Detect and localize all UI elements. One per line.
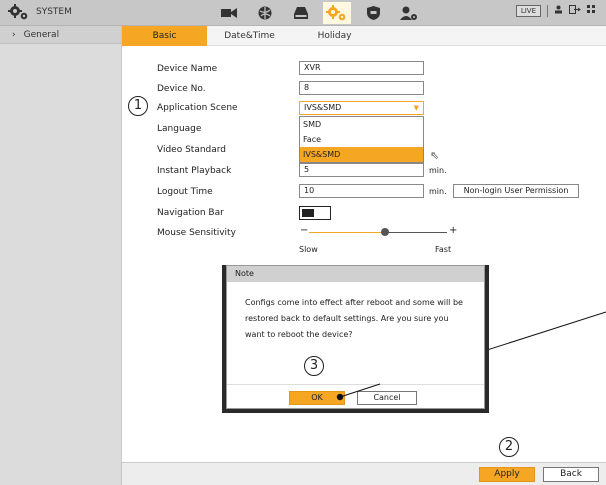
right-toolbar: LIVE <box>515 5 596 17</box>
navigation-bar-toggle[interactable] <box>299 206 331 220</box>
step-marker-2: 2 <box>499 437 519 457</box>
reboot-dialog: Note Configs come into effect after rebo… <box>226 265 485 409</box>
video-standard-label: Video Standard <box>157 145 227 155</box>
non-login-permission-button[interactable]: Non-login User Permission <box>453 184 579 198</box>
account-icon[interactable] <box>395 2 423 24</box>
logout-icon[interactable] <box>569 5 581 17</box>
chevron-down-icon: ▼ <box>413 104 419 112</box>
slider-minus[interactable]: − <box>300 225 308 236</box>
step-marker-1: 1 <box>128 96 148 116</box>
apply-button[interactable]: Apply <box>479 467 535 482</box>
application-scene-select[interactable]: IVS&SMD ▼ <box>299 101 424 115</box>
top-bar: SYSTEM LIVE <box>0 0 606 26</box>
system-settings-icon[interactable] <box>323 2 351 24</box>
navigation-bar-label: Navigation Bar <box>157 208 224 218</box>
dialog-title: Note <box>227 266 484 282</box>
mouse-sensitivity-label: Mouse Sensitivity <box>157 228 236 238</box>
network-icon[interactable] <box>251 2 279 24</box>
device-name-label: Device Name <box>157 64 218 74</box>
slider-slow-label: Slow <box>299 245 318 254</box>
toggle-knob <box>302 209 314 217</box>
application-scene-value: IVS&SMD <box>304 103 342 112</box>
application-scene-dropdown: SMD Face IVS&SMD <box>299 116 424 163</box>
user-icon[interactable] <box>554 5 563 17</box>
dialog-message: Configs come into effect after reboot an… <box>245 298 463 339</box>
logout-time-label: Logout Time <box>157 187 213 197</box>
mouse-sensitivity-slider[interactable]: − + <box>299 225 457 238</box>
toolbar-divider <box>547 5 548 17</box>
slider-plus[interactable]: + <box>449 225 457 236</box>
dialog-divider <box>227 384 484 385</box>
tab-date-time[interactable]: Date&Time <box>207 26 292 46</box>
logout-time-unit: min. <box>429 187 447 196</box>
sidebar-item-general[interactable]: › General <box>0 26 121 44</box>
logout-time-input[interactable]: 10 <box>299 184 424 198</box>
device-no-input[interactable]: 8 <box>299 81 424 95</box>
instant-playback-label: Instant Playback <box>157 166 232 176</box>
dropdown-option-smd[interactable]: SMD <box>300 117 423 132</box>
tab-basic[interactable]: Basic <box>122 26 207 46</box>
slider-track-empty <box>387 232 447 233</box>
bottom-bar: Apply Back <box>122 462 606 485</box>
dropdown-option-ivs-smd[interactable]: IVS&SMD <box>300 147 423 162</box>
instant-playback-unit: min. <box>429 166 447 175</box>
mouse-cursor-icon: ⇖ <box>430 149 440 162</box>
dropdown-option-face[interactable]: Face <box>300 132 423 147</box>
cancel-button[interactable]: Cancel <box>357 391 417 405</box>
security-shield-icon[interactable] <box>359 2 387 24</box>
back-button[interactable]: Back <box>543 467 599 482</box>
camera-icon[interactable] <box>215 2 243 24</box>
main-nav <box>215 2 431 24</box>
device-no-label: Device No. <box>157 84 206 94</box>
instant-playback-input[interactable]: 5 <box>299 163 424 177</box>
slider-fast-label: Fast <box>435 245 452 254</box>
sidebar-item-label: General <box>23 30 60 40</box>
tab-bar: Basic Date&Time Holiday <box>122 26 606 46</box>
tab-holiday[interactable]: Holiday <box>292 26 377 46</box>
system-menu[interactable]: SYSTEM <box>8 4 72 20</box>
step-marker-3: 3 <box>304 356 324 376</box>
live-button[interactable]: LIVE <box>515 5 541 17</box>
slider-thumb[interactable] <box>381 228 389 236</box>
application-scene-label: Application Scene <box>157 103 238 113</box>
chevron-right-icon: › <box>12 30 16 40</box>
ok-button[interactable]: OK <box>289 391 345 405</box>
language-label: Language <box>157 124 202 134</box>
system-gear-icon <box>8 4 30 20</box>
storage-icon[interactable] <box>287 2 315 24</box>
device-name-input[interactable]: XVR <box>299 61 424 75</box>
system-title: SYSTEM <box>36 7 72 17</box>
sidebar: › General <box>0 26 122 485</box>
grid-menu-icon[interactable] <box>587 5 596 17</box>
